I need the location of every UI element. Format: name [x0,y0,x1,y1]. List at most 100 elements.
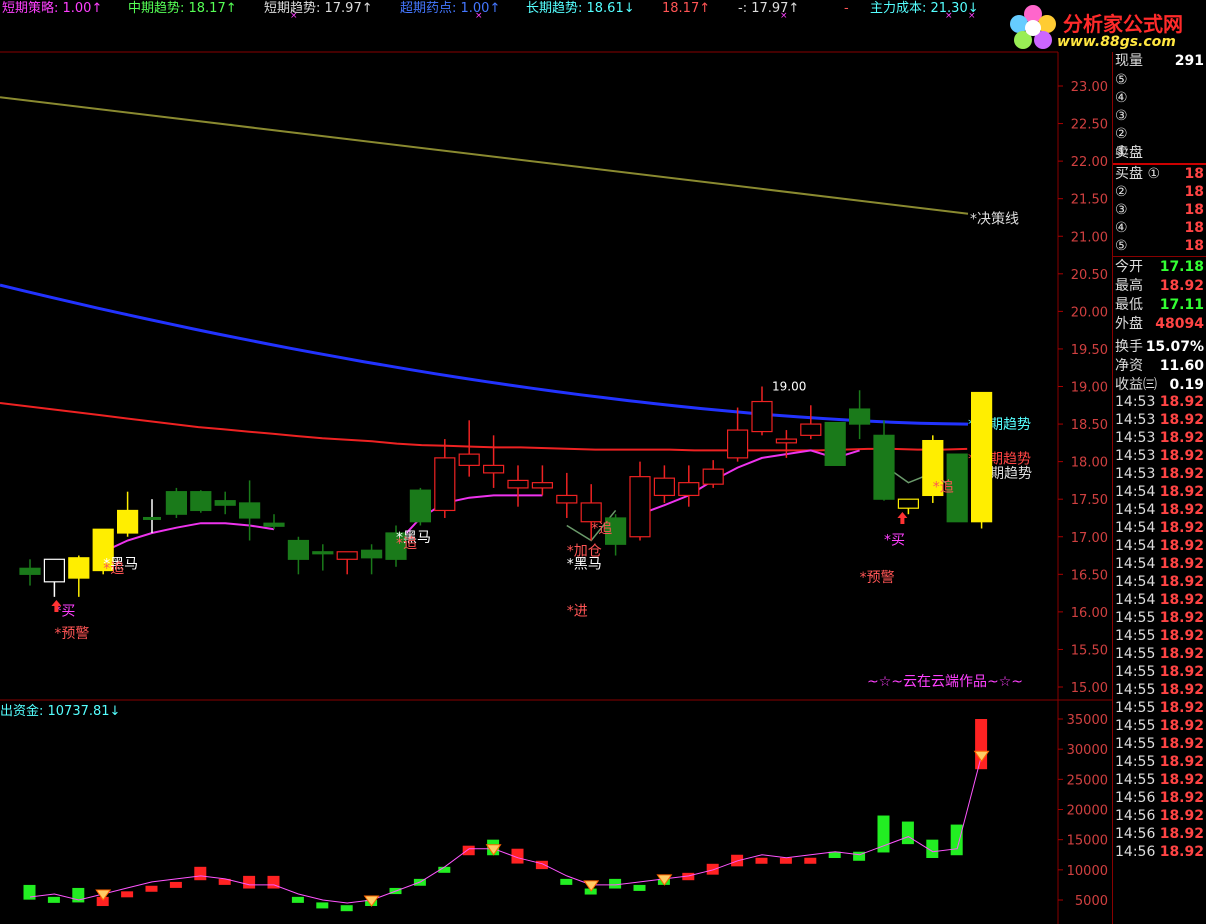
tick-label: 14:55 [1115,646,1156,662]
buy-level-value: 18 [1184,202,1204,218]
candle-body [897,498,920,509]
buy-level-value: 18 [1184,166,1204,182]
volume-bar [291,896,304,903]
sidebar-row: 14:54 18.92 [1115,573,1206,591]
tick-label: 14:54 [1115,556,1156,572]
candle-body [143,516,161,520]
high-price-label: 19.00 [772,380,806,394]
header-indicator: 主力成本: 21.30↓ [870,1,979,16]
candle-body [848,408,871,425]
decision-line [0,96,969,215]
tick-label: 14:55 [1115,772,1156,788]
volume-line [29,755,983,904]
volume-bar [633,884,646,891]
candle-body [19,567,41,575]
buy-level-value: 18 [1184,184,1204,200]
tick-value: 18.92 [1159,772,1204,788]
buy-level-value: 18 [1184,238,1204,254]
sidebar-row: 14:56 18.92 [1115,825,1206,843]
tick-label: 14:53 [1115,394,1156,410]
tick-label: 14:55 [1115,754,1156,770]
sidebar-row: 最低 17.11 [1115,296,1206,314]
tick-value: 18.92 [1159,844,1204,860]
candle-body [190,491,212,512]
stat-label: 最低 [1115,297,1143,313]
candle-body [800,423,822,436]
buy-level-label: 买盘 ① [1115,166,1161,182]
sidebar-row: ⑤ 18 [1115,237,1206,255]
tick-value: 18.92 [1159,718,1204,734]
tick-value: 18.92 [1159,700,1204,716]
sidebar-row: 14:56 18.92 [1115,807,1206,825]
header-indicator: 超期药点: 1.00↑ [400,1,500,16]
sidebar-row: 净资 11.60 [1115,357,1206,375]
header-marker: × [780,11,788,21]
volume-bar [145,885,158,892]
tick-label: 14:53 [1115,466,1156,482]
sidebar-row: 外盘 48094 [1115,315,1206,333]
price-tick-label: 19.50 [1071,343,1108,358]
tick-label: 14:53 [1115,448,1156,464]
candle-body [165,491,187,515]
tick-label: 14:55 [1115,736,1156,752]
price-tick-label: 23.00 [1071,80,1108,95]
price-tick-label: 16.00 [1071,606,1108,621]
price-tick-label: 16.50 [1071,568,1108,583]
sidebar-row: 换手 15.07% [1115,338,1206,356]
stat-value: 18.92 [1159,278,1204,294]
chart-canvas: 短期策略: 1.00↑ 中期趋势: 18.17↑ 短期趋势: 17.97↑ 超期药点:… [0,0,1206,924]
sidebar-row: ⑤ [1115,71,1206,89]
tick-label: 14:54 [1115,574,1156,590]
candle-body [116,509,139,534]
tick-label: 14:55 [1115,610,1156,626]
current-volume-value: 291 [1174,53,1204,69]
volume-indicator-title: 出资金: 10737.81↓ [0,703,120,719]
tick-value: 18.92 [1159,754,1204,770]
sidebar-row: ② 18 [1115,183,1206,201]
sidebar-row: 买盘 ① 18 [1115,165,1206,183]
sidebar-row: 最高 18.92 [1115,277,1206,295]
candle-body [458,453,480,466]
sidebar-row: 14:54 18.92 [1115,591,1206,609]
volume-bar [340,905,353,912]
sidebar-row: 14:54 18.92 [1115,483,1206,501]
sidebar-row: 14:55 18.92 [1115,645,1206,663]
sidebar-row: 14:55 18.92 [1115,753,1206,771]
candle-body [751,400,773,433]
volume-bar [316,902,329,909]
candle-body [287,539,309,560]
quote-sidebar: 现量 291 ⑤ ④ ③ ② ① 卖盘 买盘 ① 18 ② 18 ③ 18 ④ 18 ⑤ 18 今… [1112,52,1206,924]
tick-value: 18.92 [1159,574,1204,590]
logo-url: www.88gs.com [1057,34,1176,50]
signal-label: *黑马 [567,556,602,572]
candle-body [507,479,529,489]
buy-level-label: ④ [1115,220,1128,236]
stat-label: 净资 [1115,358,1143,374]
sidebar-row: 14:54 18.92 [1115,501,1206,519]
price-tick-label: 15.00 [1071,681,1108,696]
candle-body [409,489,431,523]
stat-value: 11.60 [1159,358,1204,374]
candle-body [434,457,456,512]
candle-body [531,482,554,489]
sidebar-row: ② [1115,125,1206,143]
candle-body [312,551,334,555]
tick-value: 18.92 [1159,664,1204,680]
header-indicator: 长期趋势: 18.61↓ [526,0,635,16]
price-tick-label: 22.50 [1071,118,1108,133]
sell-level-label: ③ [1115,108,1128,124]
stat-label: 今开 [1115,259,1143,275]
volume-bar [462,845,475,856]
signal-label: *追 [591,521,612,537]
candle-body [336,551,358,560]
sell-label: 卖盘 [1115,145,1143,161]
sidebar-row: 今开 17.18 [1115,258,1206,276]
stat-label: 收益㈢ [1115,377,1157,393]
volume-tick-label: 15000 [1067,834,1108,849]
header-indicator: 中期趋势: 18.17↑ [128,0,237,16]
candle-body [68,557,90,579]
candle-body [629,476,651,538]
volume-tick-label: 10000 [1067,864,1108,879]
volume-tick-label: 30000 [1067,743,1108,758]
candle-body [873,434,895,500]
